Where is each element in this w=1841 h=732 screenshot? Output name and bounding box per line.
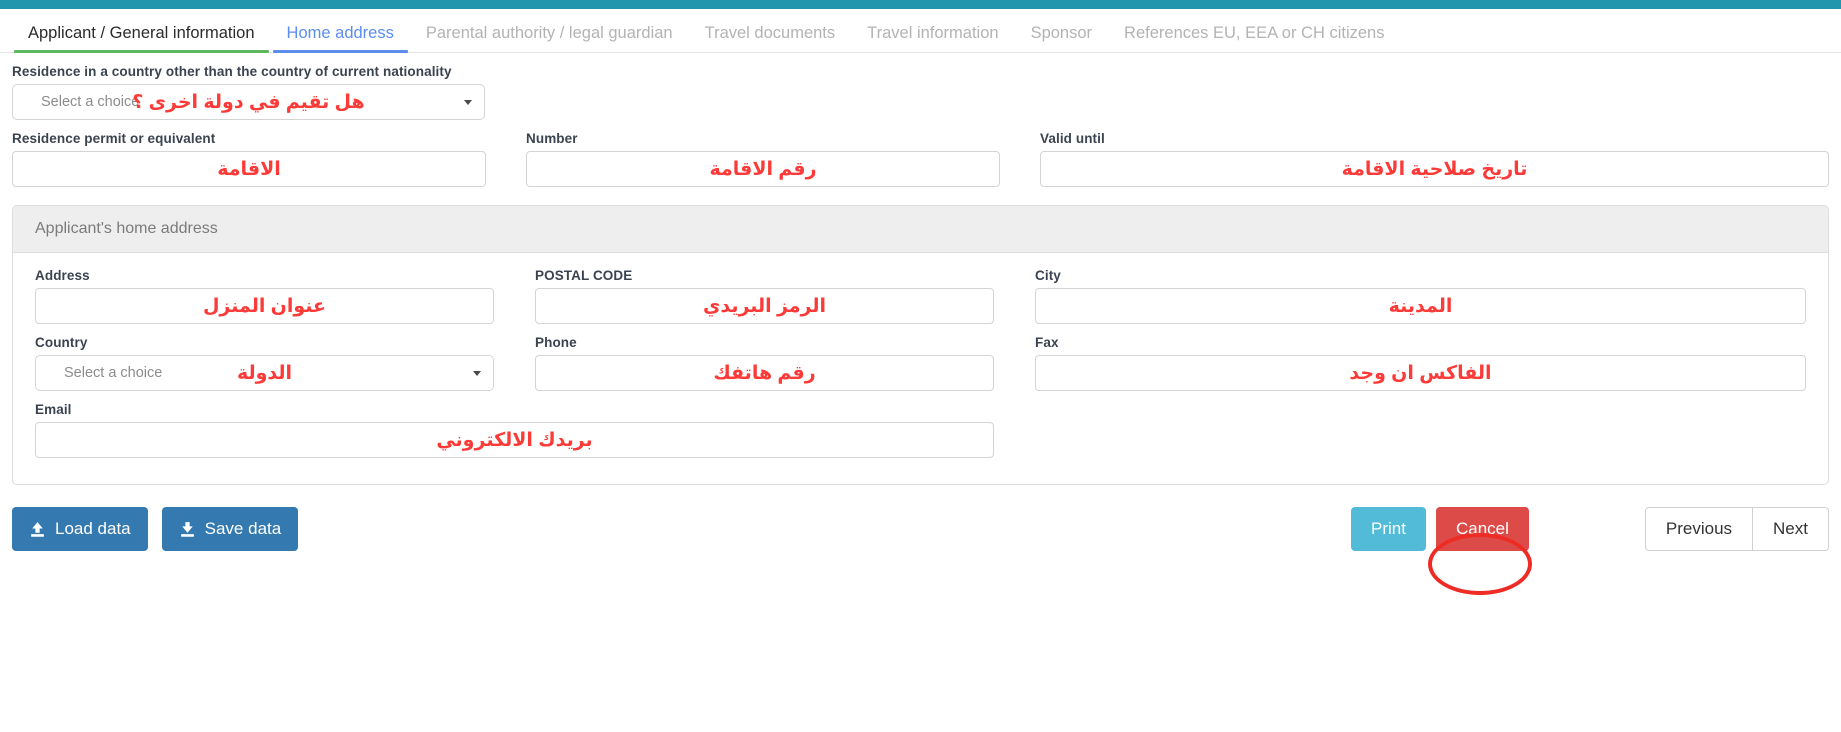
address-group: Address عنوان المنزل [35, 257, 535, 324]
address-annotation: عنوان المنزل [202, 295, 327, 317]
residence-valid-until-input[interactable]: تاريخ صلاحية الاقامة [1040, 151, 1829, 187]
upload-icon [29, 521, 46, 538]
tab-sponsor[interactable]: Sponsor [1015, 23, 1108, 53]
tab-applicant-general-information[interactable]: Applicant / General information [12, 23, 271, 53]
phone-label: Phone [535, 335, 577, 350]
residence-permit-label: Residence permit or equivalent [12, 131, 216, 146]
address-row: Address عنوان المنزل POSTAL CODE الرمز ا… [35, 257, 1806, 324]
residence-valid-until-label: Valid until [1040, 131, 1105, 146]
city-annotation: المدينة [1388, 295, 1453, 317]
phone-group: Phone رقم هاتفك [535, 324, 1035, 391]
residence-country-select[interactable]: Select a choice هل تقيم في دولة اخرى ؟ [12, 84, 485, 120]
residence-number-input[interactable]: رقم الاقامة [526, 151, 1000, 187]
next-label: Next [1773, 519, 1808, 538]
chevron-down-icon [464, 99, 472, 105]
postal-code-label: POSTAL CODE [535, 268, 633, 283]
phone-input[interactable]: رقم هاتفك [535, 355, 994, 391]
fax-annotation: الفاكس ان وجد [1349, 362, 1492, 384]
download-icon [179, 521, 196, 538]
email-row: Email بريدك الالكتروني [35, 391, 1806, 458]
print-label: Print [1371, 519, 1406, 538]
residence-number-group: Number رقم الاقامة [526, 120, 1040, 187]
phone-annotation: رقم هاتفك [713, 362, 816, 384]
country-group: Country Select a choice الدولة [35, 324, 535, 391]
tab-label: Travel documents [704, 23, 836, 42]
pager-group: Previous Next [1644, 507, 1829, 551]
email-annotation: بريدك الالكتروني [436, 429, 593, 451]
cancel-button[interactable]: Cancel [1435, 507, 1529, 551]
tab-label: Travel information [867, 23, 999, 42]
tab-parental-authority[interactable]: Parental authority / legal guardian [410, 23, 689, 53]
save-data-button[interactable]: Save data [161, 507, 299, 551]
tab-references-eu-eea-ch[interactable]: References EU, EEA or CH citizens [1108, 23, 1400, 53]
tab-travel-documents[interactable]: Travel documents [689, 23, 852, 53]
next-button[interactable]: Next [1752, 507, 1829, 551]
postal-code-group: POSTAL CODE الرمز البريدي [535, 257, 1035, 324]
tab-travel-information[interactable]: Travel information [851, 23, 1014, 53]
load-data-button[interactable]: Load data [12, 507, 148, 551]
previous-label: Previous [1665, 519, 1733, 538]
address-label: Address [35, 268, 90, 283]
tab-label: Sponsor [1030, 23, 1093, 42]
cancel-label: Cancel [1455, 519, 1509, 538]
residence-permit-annotation: الاقامة [217, 158, 281, 180]
tab-bar: Applicant / General information Home add… [0, 9, 1841, 53]
form-content: Residence in a country other than the co… [0, 64, 1841, 485]
country-label: Country [35, 335, 88, 350]
email-input[interactable]: بريدك الالكتروني [35, 422, 994, 458]
postal-code-annotation: الرمز البريدي [702, 295, 827, 317]
address-input[interactable]: عنوان المنزل [35, 288, 494, 324]
load-data-label: Load data [55, 519, 131, 538]
residence-number-label: Number [526, 131, 578, 146]
city-input[interactable]: المدينة [1035, 288, 1806, 324]
residence-valid-until-group: Valid until تاريخ صلاحية الاقامة [1040, 120, 1829, 187]
tab-label: Applicant / General information [28, 23, 255, 42]
postal-code-input[interactable]: الرمز البريدي [535, 288, 994, 324]
save-data-label: Save data [204, 519, 282, 538]
tab-label: Parental authority / legal guardian [425, 23, 673, 42]
country-select[interactable]: Select a choice الدولة [35, 355, 494, 391]
tab-label: References EU, EEA or CH citizens [1124, 23, 1385, 42]
fax-input[interactable]: الفاكس ان وجد [1035, 355, 1806, 391]
previous-button[interactable]: Previous [1644, 507, 1753, 551]
home-address-panel-body: Address عنوان المنزل POSTAL CODE الرمز ا… [13, 253, 1828, 484]
email-group: Email بريدك الالكتروني [35, 391, 994, 458]
home-address-panel-title: Applicant's home address [13, 206, 1828, 253]
home-address-panel: Applicant's home address Address عنوان ا… [12, 205, 1829, 485]
residence-permit-group: Residence permit or equivalent الاقامة [12, 120, 526, 187]
residence-country-placeholder: Select a choice [41, 94, 140, 110]
email-label: Email [35, 402, 72, 417]
fax-group: Fax الفاكس ان وجد [1035, 324, 1806, 391]
top-accent-bar [0, 0, 1841, 9]
fax-label: Fax [1035, 335, 1059, 350]
tab-home-address[interactable]: Home address [271, 23, 410, 53]
residence-valid-until-annotation: تاريخ صلاحية الاقامة [1341, 158, 1528, 180]
residence-question-label: Residence in a country other than the co… [12, 64, 452, 79]
residence-permit-input[interactable]: الاقامة [12, 151, 486, 187]
residence-permit-row: Residence permit or equivalent الاقامة N… [12, 120, 1829, 187]
tab-label: Home address [286, 23, 394, 42]
city-label: City [1035, 268, 1061, 283]
residence-number-annotation: رقم الاقامة [709, 158, 817, 180]
country-phone-fax-row: Country Select a choice الدولة Phone رقم… [35, 324, 1806, 391]
chevron-down-icon [473, 370, 481, 376]
country-placeholder: Select a choice [64, 365, 163, 381]
footer-actions: Load data Save data Print Cancel Previou… [0, 507, 1841, 551]
city-group: City المدينة [1035, 257, 1806, 324]
print-button[interactable]: Print [1351, 507, 1426, 551]
